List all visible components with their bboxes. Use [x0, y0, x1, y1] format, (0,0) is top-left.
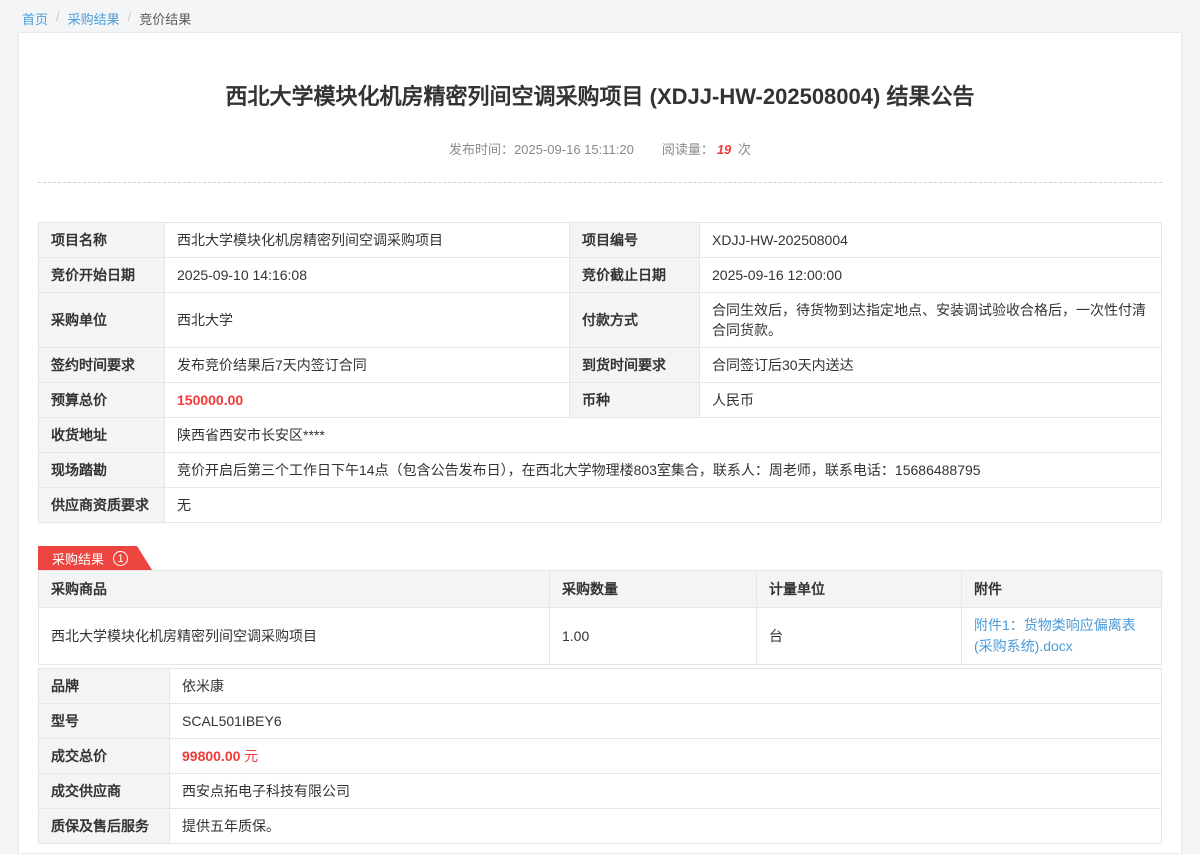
signing-time-value: 发布竞价结果后7天内签订合同 [165, 348, 570, 383]
article-meta: 发布时间：2025-09-16 15:11:20 阅读量：19 次 [38, 139, 1162, 158]
procurement-result-table: 采购商品 采购数量 计量单位 附件 西北大学模块化机房精密列间空调采购项目 1.… [38, 570, 1162, 665]
breadcrumb: 首页 / 采购结果 / 竞价结果 [0, 0, 1200, 32]
table-row: 成交总价 99800.00 元 [39, 739, 1162, 774]
warranty-label: 质保及售后服务 [39, 809, 170, 844]
project-number-label: 项目编号 [570, 223, 700, 258]
brand-label: 品牌 [39, 669, 170, 704]
deal-detail-table: 品牌 依米康 型号 SCAL501IBEY6 成交总价 99800.00 元 成… [38, 668, 1162, 844]
bid-start-value: 2025-09-10 14:16:08 [165, 258, 570, 293]
breadcrumb-separator: / [128, 9, 132, 24]
bid-deadline-label: 竞价截止日期 [570, 258, 700, 293]
announcement-card: 西北大学模块化机房精密列间空调采购项目 (XDJJ-HW-202508004) … [18, 32, 1182, 854]
attachment-link[interactable]: 附件1：货物类响应偏离表(采购系统).docx [974, 615, 1149, 657]
quantity-cell: 1.00 [550, 608, 757, 665]
breadcrumb-current-bidding-results: 竞价结果 [139, 9, 191, 28]
delivery-address-value: 陕西省西安市长安区**** [165, 418, 1162, 453]
warranty-value: 提供五年质保。 [170, 809, 1162, 844]
table-row: 签约时间要求 发布竞价结果后7天内签订合同 到货时间要求 合同签订后30天内送达 [39, 348, 1162, 383]
project-number-value: XDJJ-HW-202508004 [700, 223, 1162, 258]
purchaser-label: 采购单位 [39, 293, 165, 348]
deal-price-value: 99800.00 元 [170, 739, 1162, 774]
budget-total-value: 150000.00 [165, 383, 570, 418]
procurement-result-badge: 采购结果 1 [38, 546, 152, 570]
column-header-unit: 计量单位 [757, 571, 962, 608]
winning-supplier-value: 西安点拓电子科技有限公司 [170, 774, 1162, 809]
table-row: 供应商资质要求 无 [39, 488, 1162, 523]
publish-time-label: 发布时间： [449, 142, 514, 157]
table-row: 品牌 依米康 [39, 669, 1162, 704]
table-row: 预算总价 150000.00 币种 人民币 [39, 383, 1162, 418]
supplier-qualification-value: 无 [165, 488, 1162, 523]
table-row: 现场踏勘 竞价开启后第三个工作日下午14点（包含公告发布日），在西北大学物理楼8… [39, 453, 1162, 488]
bid-start-label: 竞价开始日期 [39, 258, 165, 293]
bid-deadline-value: 2025-09-16 12:00:00 [700, 258, 1162, 293]
attachment-cell: 附件1：货物类响应偏离表(采购系统).docx [962, 608, 1162, 665]
unit-cell: 台 [757, 608, 962, 665]
table-row: 采购单位 西北大学 付款方式 合同生效后，待货物到达指定地点、安装调试验收合格后… [39, 293, 1162, 348]
table-row: 收货地址 陕西省西安市长安区**** [39, 418, 1162, 453]
delivery-time-label: 到货时间要求 [570, 348, 700, 383]
breadcrumb-link-home[interactable]: 首页 [22, 9, 48, 28]
table-row: 型号 SCAL501IBEY6 [39, 704, 1162, 739]
table-row: 成交供应商 西安点拓电子科技有限公司 [39, 774, 1162, 809]
site-survey-value: 竞价开启后第三个工作日下午14点（包含公告发布日），在西北大学物理楼803室集合… [165, 453, 1162, 488]
table-row: 质保及售后服务 提供五年质保。 [39, 809, 1162, 844]
column-header-attachment: 附件 [962, 571, 1162, 608]
read-count-unit: 次 [738, 142, 751, 157]
model-label: 型号 [39, 704, 170, 739]
brand-value: 依米康 [170, 669, 1162, 704]
project-name-label: 项目名称 [39, 223, 165, 258]
purchaser-value: 西北大学 [165, 293, 570, 348]
read-count-label: 阅读量： [662, 142, 714, 157]
column-header-quantity: 采购数量 [550, 571, 757, 608]
site-survey-label: 现场踏勘 [39, 453, 165, 488]
deal-price-label: 成交总价 [39, 739, 170, 774]
model-value: SCAL501IBEY6 [170, 704, 1162, 739]
table-row: 竞价开始日期 2025-09-10 14:16:08 竞价截止日期 2025-0… [39, 258, 1162, 293]
payment-method-value: 合同生效后，待货物到达指定地点、安装调试验收合格后，一次性付清合同货款。 [700, 293, 1162, 348]
table-header-row: 采购商品 采购数量 计量单位 附件 [39, 571, 1162, 608]
page-title: 西北大学模块化机房精密列间空调采购项目 (XDJJ-HW-202508004) … [38, 33, 1162, 111]
deal-price-unit: 元 [244, 748, 258, 764]
result-count-badge: 1 [113, 551, 128, 566]
budget-total-label: 预算总价 [39, 383, 165, 418]
breadcrumb-link-procurement-results[interactable]: 采购结果 [68, 9, 120, 28]
supplier-qualification-label: 供应商资质要求 [39, 488, 165, 523]
project-name-value: 西北大学模块化机房精密列间空调采购项目 [165, 223, 570, 258]
payment-method-label: 付款方式 [570, 293, 700, 348]
table-row: 项目名称 西北大学模块化机房精密列间空调采购项目 项目编号 XDJJ-HW-20… [39, 223, 1162, 258]
delivery-address-label: 收货地址 [39, 418, 165, 453]
currency-label: 币种 [570, 383, 700, 418]
winning-supplier-label: 成交供应商 [39, 774, 170, 809]
procurement-result-badge-label: 采购结果 [52, 549, 104, 568]
deal-price-amount: 99800.00 [182, 748, 240, 764]
project-info-table: 项目名称 西北大学模块化机房精密列间空调采购项目 项目编号 XDJJ-HW-20… [38, 222, 1162, 523]
divider [38, 182, 1162, 183]
read-count-value: 19 [717, 142, 731, 157]
publish-time-value: 2025-09-16 15:11:20 [514, 142, 634, 157]
column-header-product: 采购商品 [39, 571, 550, 608]
breadcrumb-separator: / [56, 9, 60, 24]
currency-value: 人民币 [700, 383, 1162, 418]
product-name-cell: 西北大学模块化机房精密列间空调采购项目 [39, 608, 550, 665]
table-row: 西北大学模块化机房精密列间空调采购项目 1.00 台 附件1：货物类响应偏离表(… [39, 608, 1162, 665]
signing-time-label: 签约时间要求 [39, 348, 165, 383]
delivery-time-value: 合同签订后30天内送达 [700, 348, 1162, 383]
